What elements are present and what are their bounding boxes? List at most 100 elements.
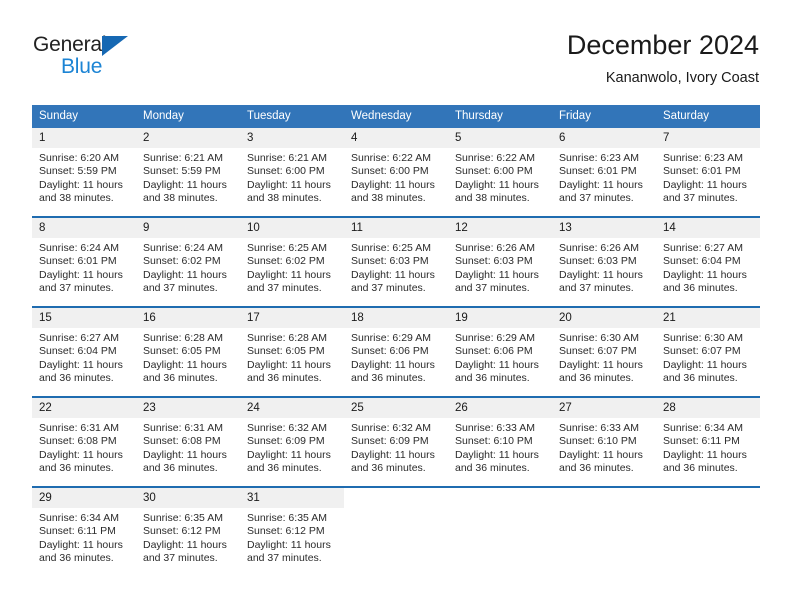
daylight-text-line1: Daylight: 11 hours xyxy=(351,358,435,371)
sunset-text: Sunset: 6:11 PM xyxy=(663,435,740,448)
day-cell[interactable]: 26 Sunrise: 6:33 AM Sunset: 6:10 PM Dayligh… xyxy=(448,396,552,487)
day-details: Sunrise: 6:22 AM Sunset: 6:00 PM Daylight:… xyxy=(448,148,552,206)
daylight-text-line2: and 37 minutes. xyxy=(143,552,218,565)
day-details: Sunrise: 6:25 AM Sunset: 6:03 PM Daylight:… xyxy=(344,238,448,296)
day-number xyxy=(344,488,448,508)
sunrise-text: Sunrise: 6:20 AM xyxy=(39,152,119,164)
daylight-text-line1: Daylight: 11 hours xyxy=(247,268,331,281)
sunset-text: Sunset: 6:02 PM xyxy=(143,255,221,268)
logo-text-general: General xyxy=(33,33,107,56)
day-number: 3 xyxy=(240,128,344,148)
sunset-text: Sunset: 6:09 PM xyxy=(247,435,325,448)
daylight-text-line2: and 36 minutes. xyxy=(455,462,530,475)
logo-text-blue: Blue xyxy=(61,55,103,78)
day-cell[interactable]: 2 Sunrise: 6:21 AM Sunset: 5:59 PM Daylight… xyxy=(136,128,240,217)
day-cell[interactable]: 27 Sunrise: 6:33 AM Sunset: 6:10 PM Dayligh… xyxy=(552,396,656,487)
day-cell[interactable]: 9 Sunrise: 6:24 AM Sunset: 6:02 PM Daylight… xyxy=(136,216,240,307)
sunrise-text: Sunrise: 6:24 AM xyxy=(143,242,223,254)
day-cell[interactable]: 13 Sunrise: 6:26 AM Sunset: 6:03 PM Dayligh… xyxy=(552,216,656,307)
day-details: Sunrise: 6:31 AM Sunset: 6:08 PM Daylight:… xyxy=(136,418,240,476)
title-block: December 2024 Kananwolo, Ivory Coast xyxy=(567,28,759,88)
day-number: 28 xyxy=(656,398,760,418)
sunset-text: Sunset: 6:11 PM xyxy=(39,525,116,538)
daylight-text-line1: Daylight: 11 hours xyxy=(559,178,643,191)
sunrise-text: Sunrise: 6:28 AM xyxy=(143,332,223,344)
sunrise-text: Sunrise: 6:27 AM xyxy=(663,242,743,254)
day-details: Sunrise: 6:28 AM Sunset: 6:05 PM Daylight:… xyxy=(240,328,344,386)
day-cell[interactable]: 30 Sunrise: 6:35 AM Sunset: 6:12 PM Dayligh… xyxy=(136,486,240,576)
day-cell[interactable]: 8 Sunrise: 6:24 AM Sunset: 6:01 PM Daylight… xyxy=(32,216,136,307)
daylight-text-line1: Daylight: 11 hours xyxy=(39,358,123,371)
sunset-text: Sunset: 6:07 PM xyxy=(559,345,637,358)
daylight-text-line1: Daylight: 11 hours xyxy=(663,448,747,461)
daylight-text-line2: and 36 minutes. xyxy=(351,372,426,385)
weekday-header-wednesday: Wednesday xyxy=(344,105,448,128)
daylight-text-line1: Daylight: 11 hours xyxy=(663,268,747,281)
daylight-text-line1: Daylight: 11 hours xyxy=(663,178,747,191)
day-cell[interactable]: 6 Sunrise: 6:23 AM Sunset: 6:01 PM Daylight… xyxy=(552,128,656,217)
day-cell[interactable]: 18 Sunrise: 6:29 AM Sunset: 6:06 PM Dayligh… xyxy=(344,306,448,397)
day-cell[interactable]: 29 Sunrise: 6:34 AM Sunset: 6:11 PM Dayligh… xyxy=(32,486,136,576)
daylight-text-line2: and 37 minutes. xyxy=(39,282,114,295)
day-cell[interactable]: 24 Sunrise: 6:32 AM Sunset: 6:09 PM Dayligh… xyxy=(240,396,344,487)
week-row: 8 Sunrise: 6:24 AM Sunset: 6:01 PM Daylight… xyxy=(32,216,760,307)
day-cell-empty xyxy=(344,486,448,576)
sunrise-text: Sunrise: 6:34 AM xyxy=(663,422,743,434)
day-cell[interactable]: 14 Sunrise: 6:27 AM Sunset: 6:04 PM Dayligh… xyxy=(656,216,760,307)
sunset-text: Sunset: 6:03 PM xyxy=(455,255,533,268)
sunset-text: Sunset: 6:01 PM xyxy=(559,165,637,178)
weekday-header-friday: Friday xyxy=(552,105,656,128)
day-cell[interactable]: 21 Sunrise: 6:30 AM Sunset: 6:07 PM Dayligh… xyxy=(656,306,760,397)
day-number: 30 xyxy=(136,488,240,508)
sunrise-text: Sunrise: 6:21 AM xyxy=(143,152,223,164)
day-cell[interactable]: 12 Sunrise: 6:26 AM Sunset: 6:03 PM Dayligh… xyxy=(448,216,552,307)
sunrise-text: Sunrise: 6:25 AM xyxy=(351,242,431,254)
sunrise-text: Sunrise: 6:29 AM xyxy=(351,332,431,344)
day-details: Sunrise: 6:30 AM Sunset: 6:07 PM Daylight:… xyxy=(656,328,760,386)
page-title: December 2024 xyxy=(566,30,759,60)
day-cell[interactable]: 4 Sunrise: 6:22 AM Sunset: 6:00 PM Daylight… xyxy=(344,128,448,217)
daylight-text-line1: Daylight: 11 hours xyxy=(559,358,643,371)
daylight-text-line1: Daylight: 11 hours xyxy=(247,448,331,461)
day-number xyxy=(656,488,760,508)
day-details: Sunrise: 6:24 AM Sunset: 6:02 PM Daylight:… xyxy=(136,238,240,296)
week-row: 29 Sunrise: 6:34 AM Sunset: 6:11 PM Dayligh… xyxy=(32,486,760,576)
day-cell[interactable]: 28 Sunrise: 6:34 AM Sunset: 6:11 PM Dayligh… xyxy=(656,396,760,487)
day-cell[interactable]: 23 Sunrise: 6:31 AM Sunset: 6:08 PM Dayligh… xyxy=(136,396,240,487)
day-cell[interactable]: 10 Sunrise: 6:25 AM Sunset: 6:02 PM Dayligh… xyxy=(240,216,344,307)
day-cell[interactable]: 25 Sunrise: 6:32 AM Sunset: 6:09 PM Dayligh… xyxy=(344,396,448,487)
sunset-text: Sunset: 6:12 PM xyxy=(247,525,325,538)
sunset-text: Sunset: 6:00 PM xyxy=(455,165,533,178)
sunset-text: Sunset: 6:06 PM xyxy=(455,345,533,358)
day-details: Sunrise: 6:29 AM Sunset: 6:06 PM Daylight:… xyxy=(448,328,552,386)
general-blue-logo[interactable]: General Blue xyxy=(33,33,213,81)
day-cell[interactable]: 22 Sunrise: 6:31 AM Sunset: 6:08 PM Dayligh… xyxy=(32,396,136,487)
day-cell[interactable]: 15 Sunrise: 6:27 AM Sunset: 6:04 PM Dayligh… xyxy=(32,306,136,397)
daylight-text-line2: and 36 minutes. xyxy=(39,372,114,385)
daylight-text-line1: Daylight: 11 hours xyxy=(247,358,331,371)
day-cell[interactable]: 17 Sunrise: 6:28 AM Sunset: 6:05 PM Dayligh… xyxy=(240,306,344,397)
day-cell[interactable]: 11 Sunrise: 6:25 AM Sunset: 6:03 PM Dayligh… xyxy=(344,216,448,307)
day-number: 17 xyxy=(240,308,344,328)
daylight-text-line2: and 36 minutes. xyxy=(39,462,114,475)
day-details: Sunrise: 6:21 AM Sunset: 5:59 PM Daylight:… xyxy=(136,148,240,206)
daylight-text-line1: Daylight: 11 hours xyxy=(143,538,227,551)
sunrise-text: Sunrise: 6:27 AM xyxy=(39,332,119,344)
daylight-text-line1: Daylight: 11 hours xyxy=(351,178,435,191)
day-cell[interactable]: 20 Sunrise: 6:30 AM Sunset: 6:07 PM Dayligh… xyxy=(552,306,656,397)
daylight-text-line1: Daylight: 11 hours xyxy=(351,268,435,281)
day-cell[interactable]: 31 Sunrise: 6:35 AM Sunset: 6:12 PM Dayligh… xyxy=(240,486,344,576)
day-cell[interactable]: 1 Sunrise: 6:20 AM Sunset: 5:59 PM Daylight… xyxy=(32,128,136,217)
daylight-text-line1: Daylight: 11 hours xyxy=(455,448,539,461)
day-number: 10 xyxy=(240,218,344,238)
sunrise-text: Sunrise: 6:35 AM xyxy=(247,512,327,524)
sunrise-text: Sunrise: 6:26 AM xyxy=(455,242,535,254)
day-cell[interactable]: 5 Sunrise: 6:22 AM Sunset: 6:00 PM Daylight… xyxy=(448,128,552,217)
sunset-text: Sunset: 6:02 PM xyxy=(247,255,325,268)
day-cell[interactable]: 19 Sunrise: 6:29 AM Sunset: 6:06 PM Dayligh… xyxy=(448,306,552,397)
daylight-text-line2: and 37 minutes. xyxy=(559,282,634,295)
day-cell[interactable]: 16 Sunrise: 6:28 AM Sunset: 6:05 PM Dayligh… xyxy=(136,306,240,397)
day-number: 5 xyxy=(448,128,552,148)
day-cell[interactable]: 3 Sunrise: 6:21 AM Sunset: 6:00 PM Daylight… xyxy=(240,128,344,217)
day-cell[interactable]: 7 Sunrise: 6:23 AM Sunset: 6:01 PM Daylight… xyxy=(656,128,760,217)
